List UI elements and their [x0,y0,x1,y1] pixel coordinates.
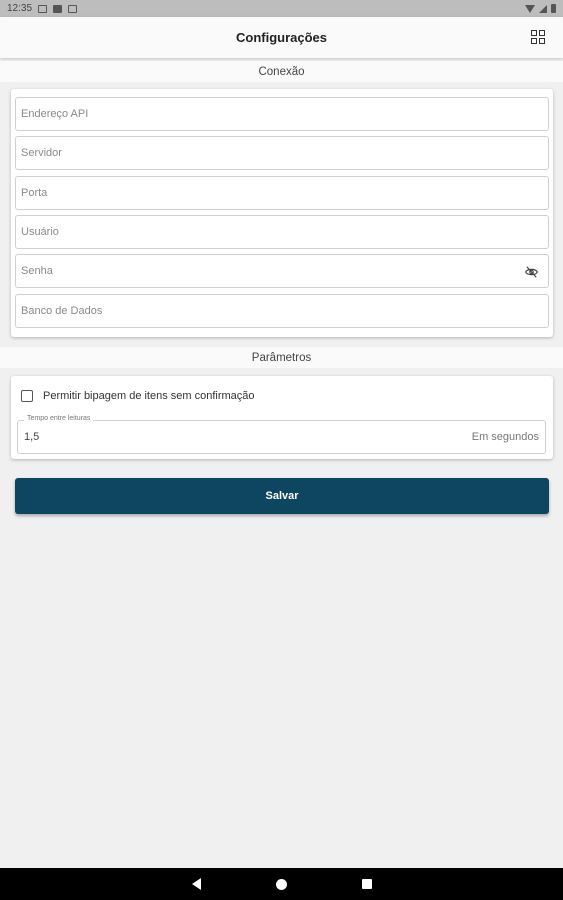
api-address-field[interactable] [15,97,549,131]
port-input[interactable] [21,187,548,199]
save-button[interactable]: Salvar [15,478,549,514]
back-icon[interactable] [191,878,201,890]
sd-card-icon [53,4,63,13]
connection-card [11,89,553,337]
cast-icon [38,4,48,13]
status-time: 12:35 [7,3,33,14]
app-bar: Configurações [0,17,563,58]
eye-off-icon[interactable] [524,265,539,279]
user-field[interactable] [15,215,549,249]
allow-scan-option[interactable]: Permitir bipagem de itens sem confirmaçã… [21,390,255,402]
page-title: Configurações [235,30,327,45]
port-field[interactable] [15,176,549,210]
recents-icon[interactable] [361,879,372,889]
read-interval-field[interactable]: Tempo entre leituras 1,5 Em segundos [17,415,546,454]
notification-icon [68,4,78,13]
parameters-card: Permitir bipagem de itens sem confirmaçã… [11,376,553,459]
read-interval-value[interactable]: 1,5 [24,431,39,443]
password-field[interactable] [15,254,549,288]
user-input[interactable] [21,226,548,238]
home-icon[interactable] [275,878,287,890]
password-input[interactable] [21,265,548,277]
allow-scan-checkbox[interactable] [21,390,33,402]
section-title-parameters: Parâmetros [0,347,563,368]
api-address-input[interactable] [21,108,548,120]
qr-code-icon[interactable] [531,30,545,44]
database-field[interactable] [15,294,549,328]
navigation-bar [0,868,563,900]
section-title-connection: Conexão [0,61,563,82]
signal-icon [539,4,547,13]
battery-icon [551,4,556,13]
status-bar: 12:35 [0,0,563,17]
read-interval-suffix: Em segundos [471,431,539,443]
server-field[interactable] [15,136,549,170]
allow-scan-label: Permitir bipagem de itens sem confirmaçã… [43,390,255,402]
read-interval-label: Tempo entre leituras [24,415,94,422]
wifi-icon [525,4,535,13]
server-input[interactable] [21,147,548,159]
database-input[interactable] [21,305,548,317]
